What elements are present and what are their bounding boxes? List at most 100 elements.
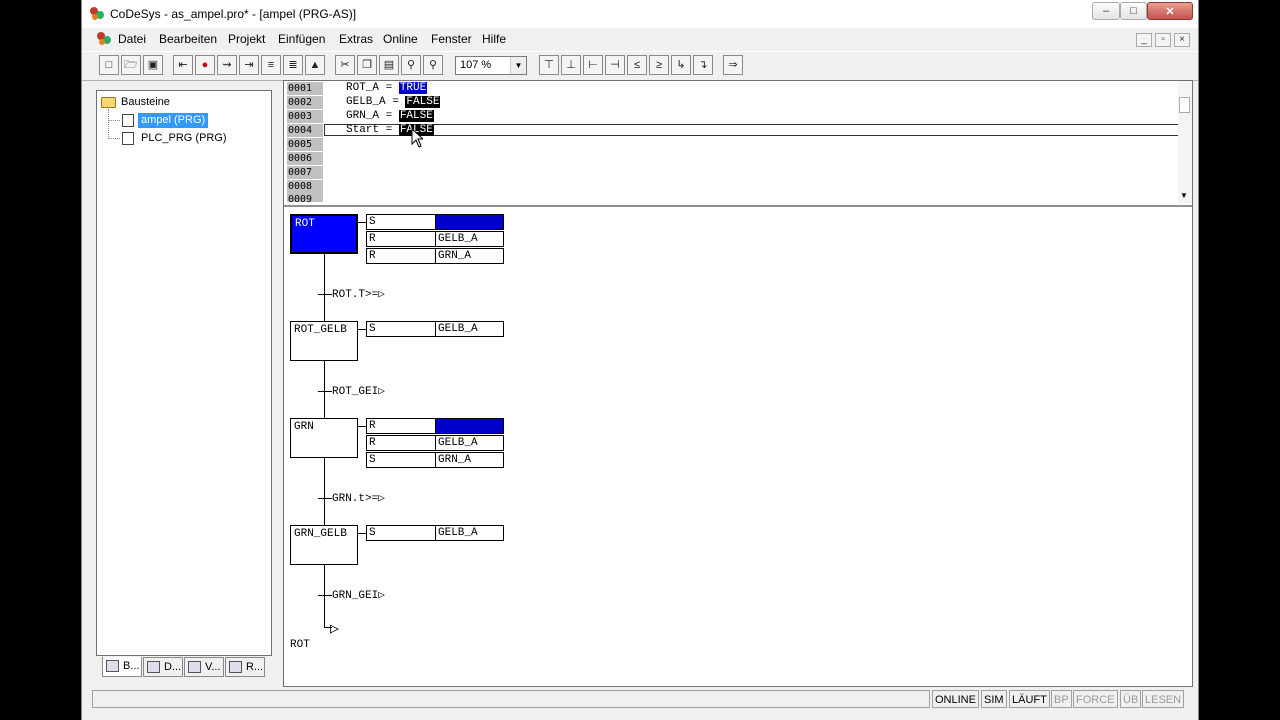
action-connector: [358, 533, 366, 534]
document-icon: [97, 32, 111, 45]
action-name[interactable]: GRN_A: [435, 248, 504, 264]
action-qualifier: S: [366, 214, 436, 230]
line-number: 0004: [287, 124, 323, 137]
find-icon[interactable]: ⚲: [401, 55, 421, 75]
tab-ressourcen[interactable]: R...: [225, 657, 265, 677]
chevron-down-icon[interactable]: ▼: [1180, 191, 1188, 200]
open-folder-icon[interactable]: 🗁: [121, 55, 141, 75]
menu-hilfe[interactable]: Hilfe: [482, 32, 506, 46]
tree-item-plc-prg[interactable]: PLC_PRG (PRG): [141, 131, 227, 146]
tree-root-bausteine[interactable]: Bausteine: [121, 95, 170, 110]
sfc-transition-1[interactable]: ROT.T>=▷: [332, 287, 385, 301]
codesys-app-icon: [90, 7, 104, 20]
menu-datei[interactable]: Datei: [118, 32, 146, 46]
var-value[interactable]: TRUE: [398, 82, 428, 94]
scrollbar-thumb[interactable]: [1179, 97, 1190, 113]
sfc-step-rot[interactable]: ROT: [290, 214, 358, 254]
save-icon[interactable]: ▣: [143, 55, 163, 75]
action-name[interactable]: GELB_A: [435, 321, 504, 337]
menu-online[interactable]: Online: [383, 32, 418, 46]
action-qualifier: S: [366, 452, 436, 468]
sfc-diagram[interactable]: ROT S ROT_A R GELB_A R GRN_A ROT.T>=▷ ROT_G…: [284, 208, 1192, 686]
alternative-branch-icon[interactable]: ⊢: [583, 55, 603, 75]
minimize-button[interactable]: –: [1092, 2, 1120, 20]
action-name[interactable]: GELB_A: [435, 525, 504, 541]
new-file-icon[interactable]: □: [99, 55, 119, 75]
menu-extras[interactable]: Extras: [339, 32, 373, 46]
mdi-minimize-button[interactable]: _: [1136, 33, 1152, 47]
maximize-button[interactable]: □: [1120, 2, 1147, 20]
var-row-grn-a: GRN_A = FALSE: [346, 110, 434, 122]
transition-arrow-icon: ▷: [378, 386, 385, 398]
menu-projekt[interactable]: Projekt: [228, 32, 265, 46]
sfc-step-rot-gelb[interactable]: ROT_GELB: [290, 321, 358, 361]
action-name[interactable]: ROT_A: [435, 214, 504, 230]
sfc-transition-2[interactable]: ROT_GEI▷: [332, 384, 385, 398]
action-name[interactable]: GELB_A: [435, 435, 504, 451]
zoom-value: 107 %: [460, 59, 492, 71]
var-value[interactable]: FALSE: [398, 110, 434, 122]
step-over-icon[interactable]: ≡: [261, 55, 281, 75]
mdi-restore-button[interactable]: ▫: [1155, 33, 1171, 47]
copy-icon[interactable]: ❐: [357, 55, 377, 75]
paste-icon[interactable]: ▤: [379, 55, 399, 75]
action-name[interactable]: GELB_A: [435, 231, 504, 247]
menu-einfuegen[interactable]: Einfügen: [278, 32, 325, 46]
toolbar: □ 🗁 ▣ ⇤ ● ⇝ ⇥ ≡ ≣ ▲ ✂ ❐ ▤ ⚲ ⚲ 107 % ▼ ⊤ …: [82, 51, 1198, 81]
folder-icon: [101, 97, 116, 108]
sfc-transition-4[interactable]: GRN_GEI▷: [332, 588, 385, 602]
sfc-transition-3[interactable]: GRN.t>=▷: [332, 491, 385, 505]
sfc-step-grn-gelb[interactable]: GRN_GELB: [290, 525, 358, 565]
tab-visualisierungen[interactable]: V...: [184, 657, 224, 677]
alternative-branch-left-icon[interactable]: ≤: [627, 55, 647, 75]
vertical-scrollbar[interactable]: ▼: [1178, 81, 1192, 203]
zoom-select[interactable]: 107 % ▼: [455, 56, 527, 75]
parallel-branch-icon[interactable]: ⊣: [605, 55, 625, 75]
tree-connector: [108, 120, 120, 121]
cut-icon[interactable]: ✂: [335, 55, 355, 75]
breakpoint-icon[interactable]: ▲: [305, 55, 325, 75]
sfc-step-grn[interactable]: GRN: [290, 418, 358, 458]
menu-bar: Datei Bearbeiten Projekt Einfügen Extras…: [82, 28, 1198, 50]
action-name[interactable]: ROT_A: [435, 418, 504, 434]
step-transition-after-icon[interactable]: ⊥: [561, 55, 581, 75]
current-line-marker: [324, 124, 1179, 136]
tree-item-ampel[interactable]: ampel (PRG): [138, 113, 209, 128]
action-connector: [358, 426, 366, 427]
run-icon[interactable]: ⇝: [217, 55, 237, 75]
step-transition-icon[interactable]: ⊤: [539, 55, 559, 75]
line-number: 0003: [287, 110, 323, 123]
jump-arrow-icon[interactable]: ▷: [330, 619, 339, 638]
logout-icon[interactable]: ⇥: [239, 55, 259, 75]
chevron-down-icon[interactable]: ▼: [510, 57, 526, 74]
action-qualifier: R: [366, 231, 436, 247]
visualization-icon: [188, 661, 201, 673]
find-next-icon[interactable]: ⚲: [423, 55, 443, 75]
jump-icon[interactable]: ↳: [671, 55, 691, 75]
transition-jump-icon[interactable]: ↴: [693, 55, 713, 75]
menu-fenster[interactable]: Fenster: [431, 32, 472, 46]
action-name[interactable]: GRN_A: [435, 452, 504, 468]
zoom-action-icon[interactable]: ⇒: [723, 55, 743, 75]
var-value[interactable]: FALSE: [405, 96, 441, 108]
mdi-close-button[interactable]: ×: [1174, 33, 1190, 47]
program-icon: [122, 114, 134, 127]
jump-target: ROT: [290, 639, 310, 651]
close-button[interactable]: ✕: [1147, 2, 1193, 20]
tree-connector: [108, 138, 120, 139]
tab-datentypen[interactable]: D...: [143, 657, 183, 677]
var-row-gelb-a: GELB_A = FALSE: [346, 96, 441, 108]
line-number: 0008: [287, 180, 323, 193]
program-icon: [122, 132, 134, 145]
tab-bausteine[interactable]: B...: [102, 657, 142, 677]
login-icon[interactable]: ⇤: [173, 55, 193, 75]
line-number-gutter: 0001 0002 0003 0004 0005 0006 0007 0008 …: [284, 81, 324, 205]
parallel-branch-left-icon[interactable]: ≥: [649, 55, 669, 75]
line-number: 0009: [287, 193, 323, 205]
stop-icon[interactable]: ●: [195, 55, 215, 75]
transition-arrow-icon: ▷: [378, 493, 385, 505]
action-qualifier: S: [366, 321, 436, 337]
step-in-icon[interactable]: ≣: [283, 55, 303, 75]
menu-bearbeiten[interactable]: Bearbeiten: [159, 32, 217, 46]
action-qualifier: R: [366, 435, 436, 451]
